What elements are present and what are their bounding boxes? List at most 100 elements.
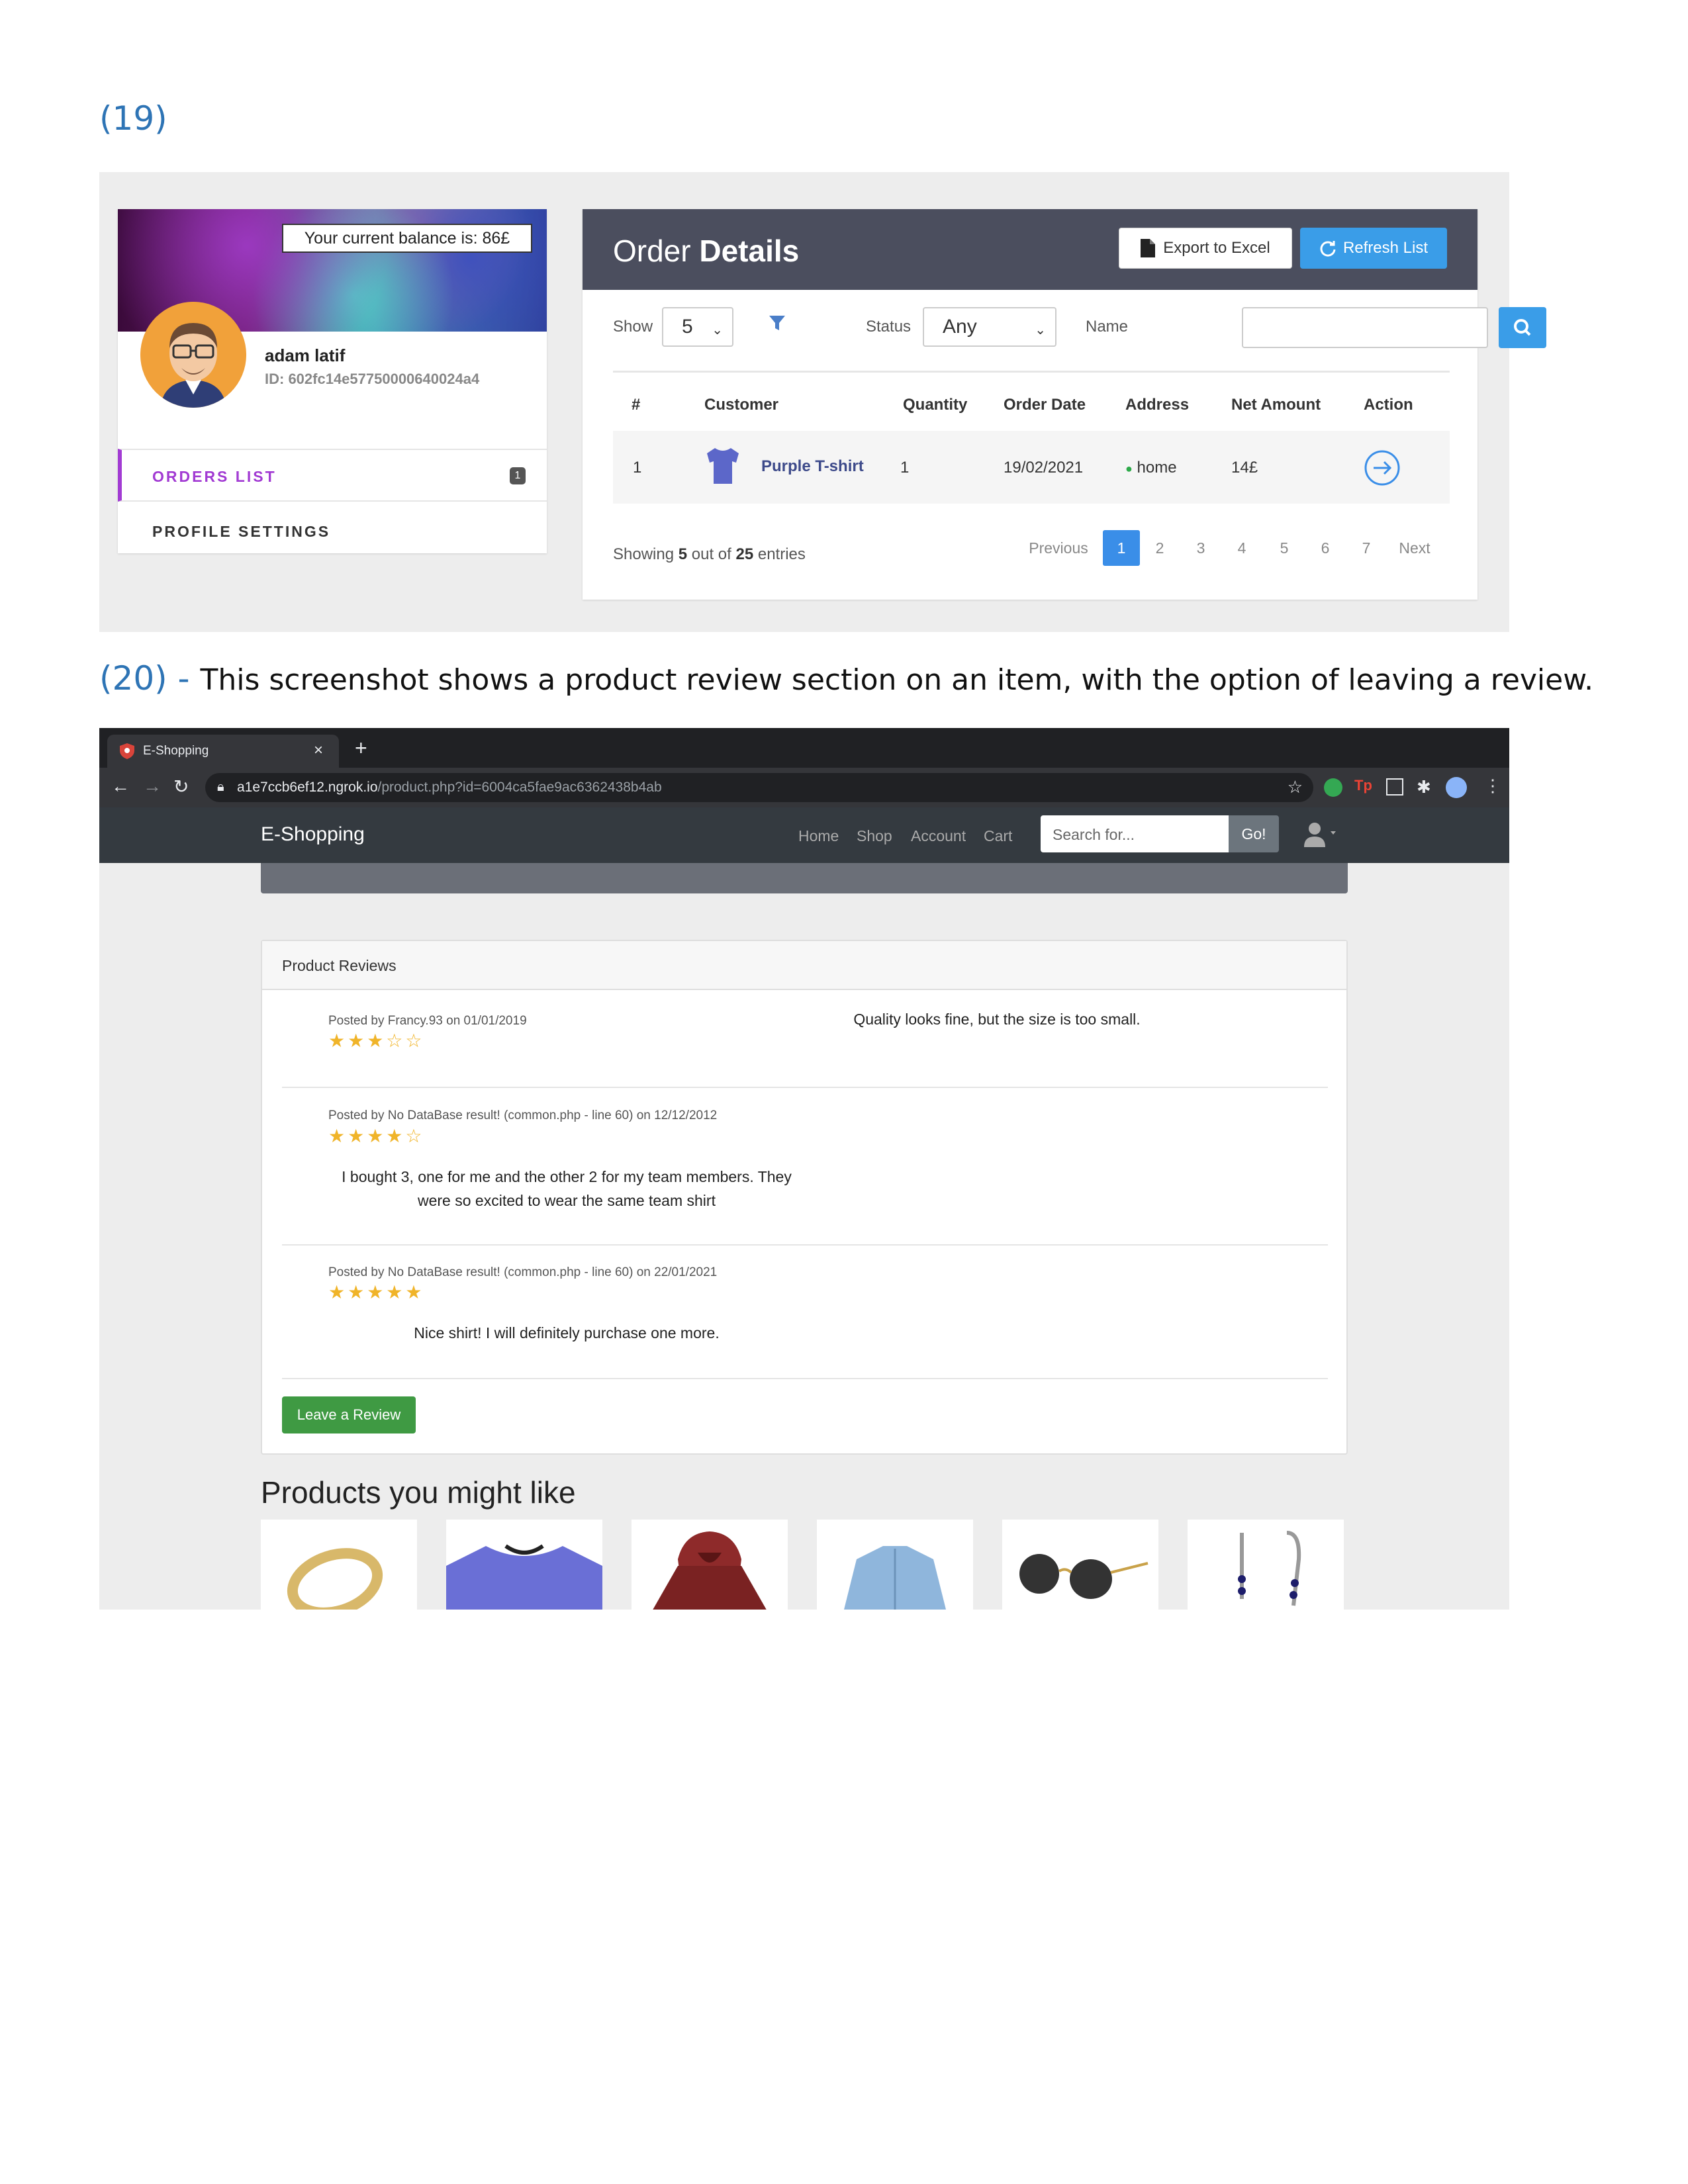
product-card-denim-shirt[interactable] (817, 1520, 973, 1610)
puzzle-icon[interactable]: ✱ (1417, 777, 1431, 797)
go-button[interactable]: Go! (1229, 815, 1279, 852)
refresh-list-button[interactable]: Refresh List (1300, 228, 1447, 269)
reload-icon[interactable]: ↻ (173, 776, 189, 797)
filter-icon[interactable] (768, 314, 786, 336)
menu-orders-list[interactable]: ORDERS LIST 1 (118, 449, 547, 502)
star-icon[interactable]: ☆ (1288, 777, 1303, 797)
product-reviews-title: Product Reviews (282, 957, 397, 974)
entries-summary: Showing 5 out of 25 entries (613, 545, 806, 563)
forward-icon[interactable]: → (143, 776, 162, 797)
table-row: 1 Purple T-shirt 1 19/02/2021 ● home 14£ (613, 431, 1450, 504)
nav-account[interactable]: Account (911, 827, 966, 845)
file-icon (1141, 239, 1156, 257)
column-header: Customer (704, 396, 779, 414)
customer-link[interactable]: Purple T-shirt (761, 457, 864, 476)
review-stars: ★★★★☆ (328, 1126, 425, 1146)
url-text: a1e7ccb6ef12.ngrok.io/product.php?id=600… (237, 780, 662, 795)
status-label: Status (866, 318, 912, 336)
column-header: Address (1125, 396, 1190, 414)
recommendations-title: Products you might like (261, 1475, 576, 1510)
quantity-cell: 1 (900, 459, 910, 477)
menu-orders-list-label: ORDERS LIST (152, 468, 277, 485)
pagination-page-5[interactable]: 5 (1271, 530, 1297, 566)
review-stars: ★★★★★ (328, 1282, 425, 1302)
grammarly-extension-icon[interactable] (1324, 778, 1342, 797)
profile-card: Your current balance is: 86£ adam latif … (118, 209, 547, 553)
column-header: Net Amount (1231, 396, 1321, 414)
user-name: adam latif (265, 345, 346, 365)
status-select[interactable]: Any ⌄ (923, 307, 1056, 347)
screenshot-extension-icon[interactable] (1386, 778, 1403, 796)
browser-tab-bar: E-Shopping × + (99, 728, 1509, 768)
browser-tab[interactable]: E-Shopping × (107, 735, 339, 768)
name-filter-input[interactable] (1242, 307, 1488, 348)
order-date-cell: 19/02/2021 (1004, 459, 1084, 477)
arrow-right-circle-icon[interactable] (1364, 449, 1401, 490)
kebab-menu-icon[interactable]: ⋮ (1484, 776, 1501, 796)
show-select[interactable]: 5 ⌄ (662, 307, 733, 347)
new-tab-icon[interactable]: + (355, 736, 367, 760)
section-description: This screenshot shows a product review s… (200, 663, 1594, 697)
search-button[interactable] (1499, 307, 1546, 348)
site-navbar: E-Shopping Home Shop Account Cart Search… (99, 807, 1509, 863)
order-details-header: Order Details Export to Excel Refresh Li… (583, 209, 1477, 290)
refresh-list-label: Refresh List (1342, 239, 1429, 257)
review-text: Nice shirt! I will definitely purchase o… (414, 1324, 720, 1342)
tab-title: E-Shopping (143, 744, 209, 758)
review-text: I bought 3, one for me and the other 2 f… (342, 1168, 792, 1209)
pagination-next[interactable]: Next (1391, 530, 1438, 566)
pagination-previous[interactable]: Previous (1022, 530, 1095, 566)
profile-avatar-icon[interactable] (1446, 777, 1467, 798)
product-card-hoodie[interactable] (632, 1520, 788, 1610)
nav-cart[interactable]: Cart (984, 827, 1012, 845)
user-menu-icon[interactable] (1301, 822, 1348, 848)
nav-shop[interactable]: Shop (857, 827, 892, 845)
site-search-input[interactable]: Search for... (1041, 815, 1229, 852)
pagination-page-3[interactable]: 3 (1188, 530, 1214, 566)
column-header: Action (1364, 396, 1413, 414)
screenshot-product-reviews: E-Shopping × + ← → ↻ 🔒︎ a1e7ccb6ef12.ngr… (99, 728, 1509, 1610)
export-excel-label: Export to Excel (1163, 239, 1270, 257)
user-id: ID: 602fc14e57750000640024a4 (265, 371, 480, 387)
export-excel-button[interactable]: Export to Excel (1119, 228, 1292, 269)
review-divider (282, 1378, 1328, 1379)
section-heading-20: (20) - This screenshot shows a product r… (99, 659, 1594, 698)
refresh-icon (1320, 241, 1336, 257)
extension-icon[interactable]: Tp (1354, 777, 1372, 794)
menu-profile-settings[interactable]: PROFILE SETTINGS (152, 523, 330, 541)
table-divider (613, 371, 1450, 373)
order-details-card: Order Details Export to Excel Refresh Li… (583, 209, 1546, 600)
site-brand[interactable]: E-Shopping (261, 823, 365, 846)
product-reviews-card: Product Reviews Posted by Francy.93 on 0… (261, 940, 1348, 1455)
review-meta: Posted by Francy.93 on 01/01/2019 (328, 1014, 527, 1028)
balance-label: Your current balance is: 86£ (282, 224, 532, 253)
pagination-page-7[interactable]: 7 (1353, 530, 1380, 566)
review-divider (282, 1087, 1328, 1088)
review-meta: Posted by No DataBase result! (common.ph… (328, 1109, 718, 1122)
product-card-tshirt[interactable] (446, 1520, 602, 1610)
close-icon[interactable]: × (314, 741, 323, 760)
review-stars: ★★★☆☆ (328, 1030, 425, 1051)
pagination-page-2[interactable]: 2 (1147, 530, 1173, 566)
net-amount-cell: 14£ (1231, 459, 1258, 477)
product-card-sunglasses[interactable] (1002, 1520, 1158, 1610)
pagination-page-6[interactable]: 6 (1312, 530, 1338, 566)
screenshot-order-details: Your current balance is: 86£ adam latif … (99, 172, 1546, 632)
review-divider (282, 1244, 1328, 1246)
column-header: # (632, 396, 641, 414)
leave-review-button[interactable]: Leave a Review (282, 1396, 416, 1433)
show-label: Show (613, 318, 653, 336)
back-icon[interactable]: ← (111, 776, 130, 797)
product-card-ring[interactable] (261, 1520, 417, 1610)
url-field[interactable]: 🔒︎ a1e7ccb6ef12.ngrok.io/product.php?id=… (205, 773, 1313, 802)
pagination-page-4[interactable]: 4 (1229, 530, 1255, 566)
section-number-19: (19) (99, 99, 167, 138)
pagination-page-1[interactable]: 1 (1103, 530, 1140, 566)
tshirt-thumbnail (704, 445, 741, 490)
browser-address-bar: ← → ↻ 🔒︎ a1e7ccb6ef12.ngrok.io/product.p… (99, 768, 1509, 807)
product-card-earrings[interactable] (1188, 1520, 1344, 1610)
status-dot-icon: ● (1125, 462, 1133, 475)
chevron-down-icon: ⌄ (1035, 323, 1046, 338)
nav-home[interactable]: Home (798, 827, 839, 845)
address-cell: ● home (1125, 459, 1177, 477)
